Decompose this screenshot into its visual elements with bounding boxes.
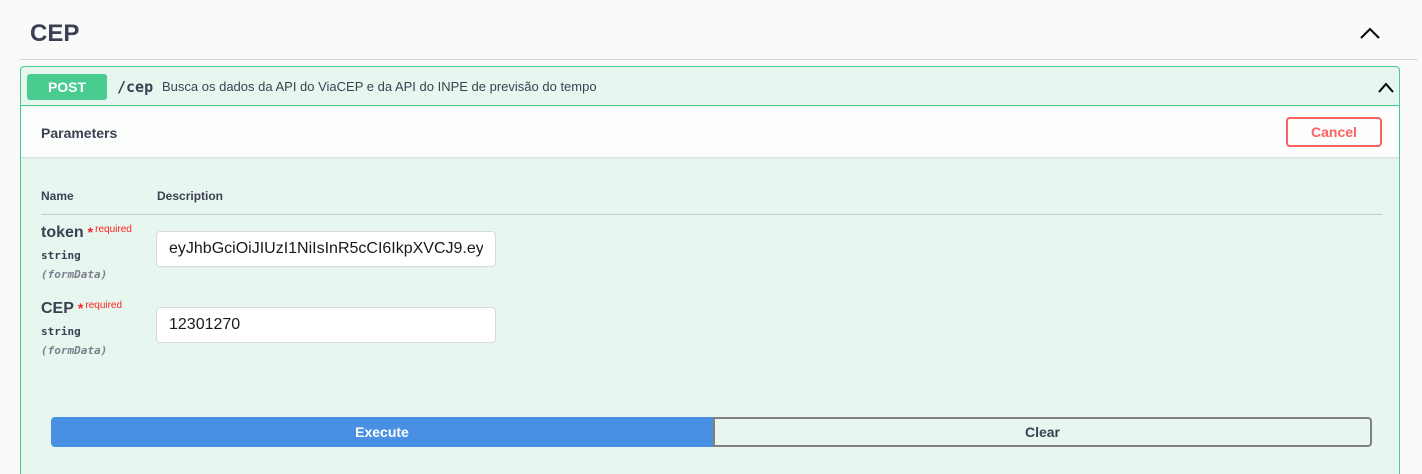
param-location: (formData): [41, 268, 108, 281]
tag-header[interactable]: CEP: [20, 0, 1418, 60]
param-location: (formData): [41, 344, 108, 357]
required-label: required: [85, 300, 123, 311]
clear-button[interactable]: Clear: [713, 417, 1372, 447]
operation-summary[interactable]: POST /cep Busca os dados da API do ViaCE…: [21, 67, 1399, 106]
column-header-name: Name: [41, 189, 74, 203]
chevron-up-icon[interactable]: [1358, 24, 1382, 42]
param-name-label: token: [41, 224, 84, 241]
param-type: string: [41, 325, 81, 338]
tag-title: CEP: [30, 20, 80, 47]
param-name-label: CEP: [41, 300, 74, 317]
column-header-description: Description: [157, 189, 224, 203]
column-divider: [41, 214, 1382, 215]
cep-input[interactable]: [156, 307, 496, 343]
operation-block: POST /cep Busca os dados da API do ViaCE…: [20, 66, 1400, 474]
required-star: *: [87, 224, 94, 240]
param-name-cep: CEP * required: [41, 300, 122, 318]
required-label: required: [95, 224, 132, 235]
token-input[interactable]: [156, 231, 496, 267]
execute-button[interactable]: Execute: [51, 417, 713, 447]
chevron-up-icon[interactable]: [1377, 80, 1395, 94]
action-buttons: Execute Clear: [51, 417, 1372, 447]
parameters-header: Parameters Cancel: [21, 107, 1399, 157]
param-type: string: [41, 249, 81, 262]
operation-path: /cep: [117, 78, 154, 96]
required-star: *: [77, 300, 84, 316]
method-badge: POST: [27, 74, 107, 100]
operation-description: Busca os dados da API do ViaCEP e da API…: [162, 79, 597, 94]
cancel-button[interactable]: Cancel: [1286, 117, 1382, 147]
parameters-title: Parameters: [41, 125, 118, 141]
param-name-token: token * required: [41, 224, 132, 242]
